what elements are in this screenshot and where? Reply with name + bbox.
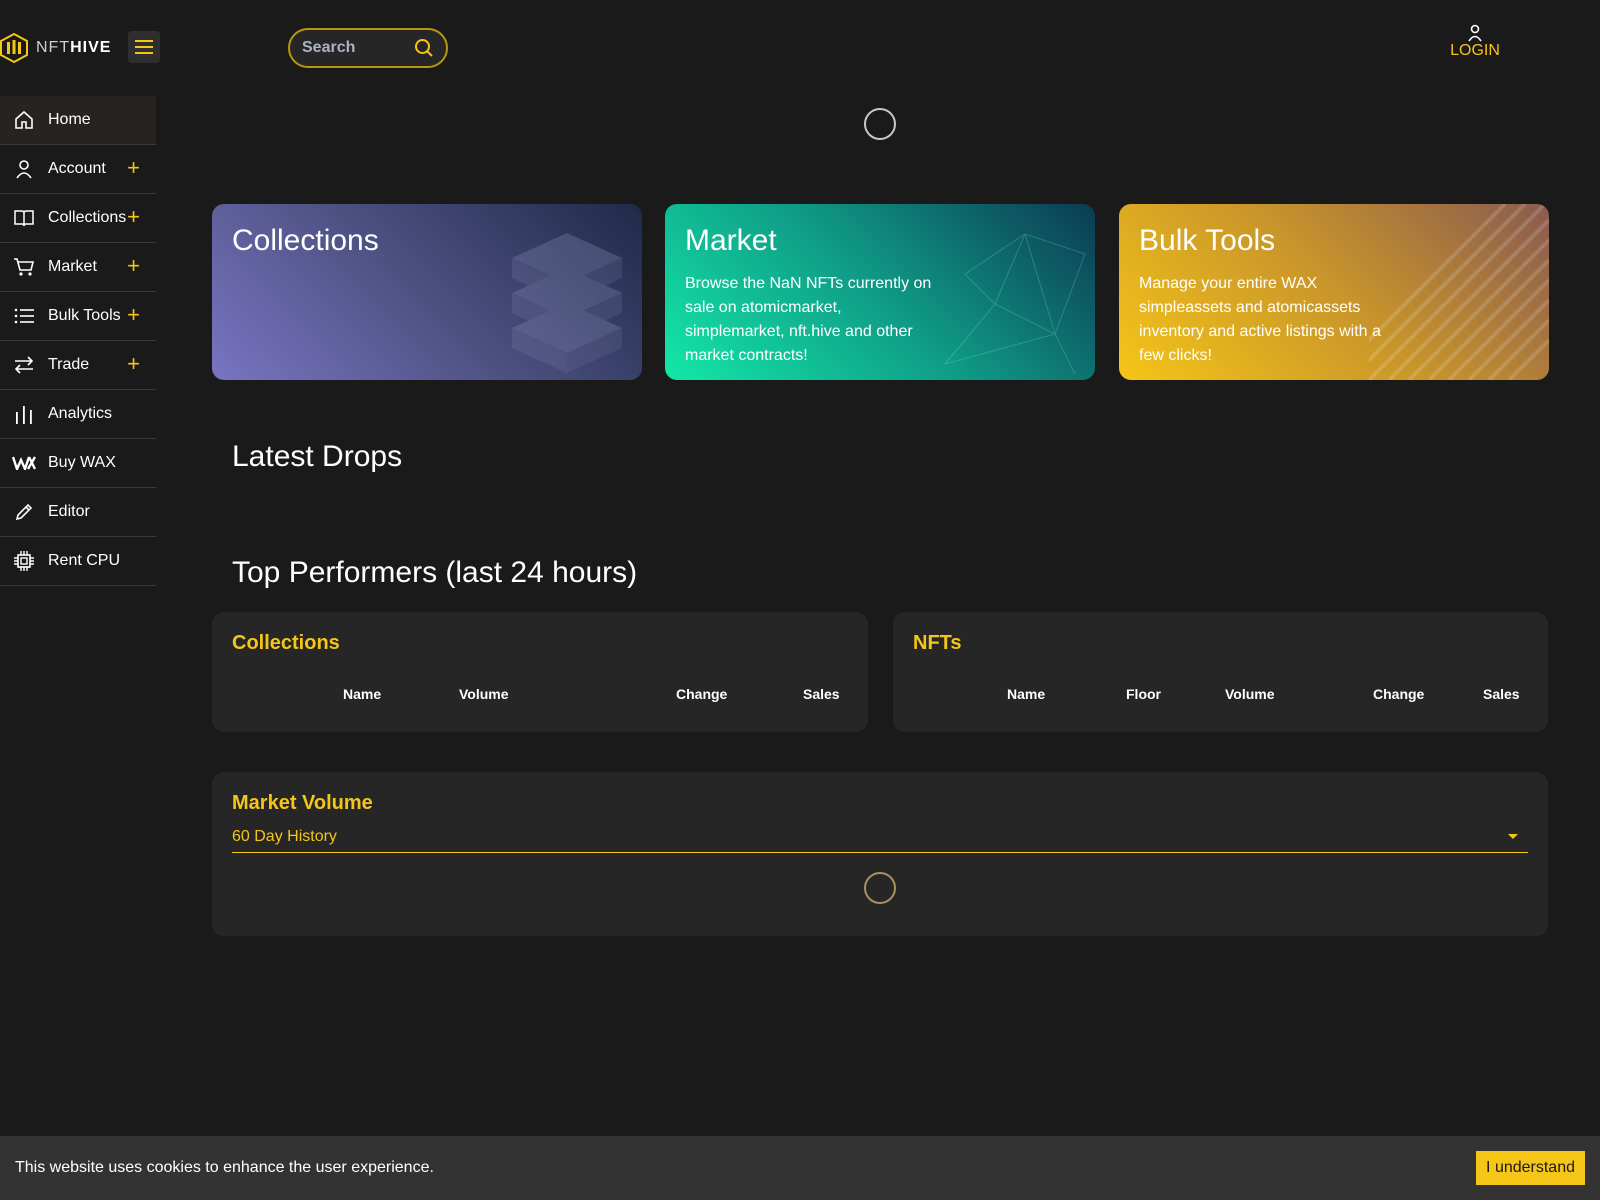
login-button[interactable]: LOGIN <box>1440 24 1510 60</box>
top-nfts-panel: NFTs Name Floor Volume Change Sales <box>893 612 1548 732</box>
cookie-message: This website uses cookies to enhance the… <box>15 1159 434 1176</box>
sidebar-item-collections[interactable]: Collections + <box>0 194 156 243</box>
history-range-select[interactable]: 60 Day History <box>232 828 1528 853</box>
column-header-volume[interactable]: Volume <box>1225 686 1275 702</box>
sidebar-item-label: Trade <box>48 356 90 373</box>
expand-plus-icon[interactable]: + <box>127 304 140 326</box>
top-performers-heading: Top Performers (last 24 hours) <box>232 556 638 589</box>
hive-logo-icon <box>0 33 28 63</box>
sidebar: Home Account + Collections + Market + Bu… <box>0 96 156 586</box>
search-bar[interactable] <box>288 28 448 68</box>
loading-spinner <box>864 872 896 904</box>
latest-drops-heading: Latest Drops <box>232 440 403 473</box>
column-header-change[interactable]: Change <box>1373 686 1424 702</box>
column-header-floor[interactable]: Floor <box>1126 686 1161 702</box>
menu-icon <box>135 40 153 54</box>
card-title: Collections <box>232 224 379 257</box>
expand-plus-icon[interactable]: + <box>127 353 140 375</box>
sidebar-item-analytics[interactable]: Analytics <box>0 390 156 439</box>
bar-chart-icon <box>12 402 36 426</box>
column-header-name[interactable]: Name <box>343 686 381 702</box>
sidebar-item-account[interactable]: Account + <box>0 145 156 194</box>
cookie-banner: This website uses cookies to enhance the… <box>0 1136 1600 1200</box>
sidebar-item-trade[interactable]: Trade + <box>0 341 156 390</box>
panel-title: Collections <box>232 632 340 654</box>
sidebar-item-bulk-tools[interactable]: Bulk Tools + <box>0 292 156 341</box>
sidebar-item-label: Analytics <box>48 405 113 422</box>
swap-icon <box>12 353 36 377</box>
login-label: LOGIN <box>1450 42 1500 59</box>
sidebar-item-editor[interactable]: Editor <box>0 488 156 537</box>
logo[interactable]: NFTHIVE <box>0 32 111 64</box>
selected-range: 60 Day History <box>232 828 337 845</box>
collections-card[interactable]: Collections <box>212 204 642 380</box>
user-icon <box>12 157 36 181</box>
card-description: Manage your entire WAX simpleassets and … <box>1139 275 1381 364</box>
list-icon <box>12 304 36 328</box>
cart-icon <box>12 255 36 279</box>
sidebar-item-label: Collections <box>48 209 127 226</box>
card-description: Browse the NaN NFTs currently on sale on… <box>685 275 932 364</box>
hamburger-menu-button[interactable] <box>128 31 160 63</box>
panel-title: NFTs <box>913 632 962 654</box>
sidebar-item-label: Buy WAX <box>48 454 116 471</box>
sidebar-item-rent-cpu[interactable]: Rent CPU <box>0 537 156 586</box>
sidebar-item-label: Home <box>48 111 91 128</box>
top-collections-panel: Collections Name Volume Change Sales <box>212 612 868 732</box>
loading-spinner <box>864 108 896 140</box>
dropdown-caret-icon <box>1508 834 1518 839</box>
card-title: Bulk Tools <box>1139 224 1276 257</box>
column-header-sales[interactable]: Sales <box>803 686 840 702</box>
expand-plus-icon[interactable]: + <box>127 206 140 228</box>
expand-plus-icon[interactable]: + <box>127 255 140 277</box>
book-icon <box>12 206 36 230</box>
sidebar-item-home[interactable]: Home <box>0 96 156 145</box>
sidebar-item-label: Market <box>48 258 97 275</box>
column-header-change[interactable]: Change <box>676 686 727 702</box>
accept-cookies-button[interactable]: I understand <box>1476 1151 1585 1185</box>
search-icon[interactable] <box>414 38 434 58</box>
search-input[interactable] <box>302 39 406 57</box>
bulk-tools-card[interactable]: Bulk Tools Manage your entire WAX simple… <box>1119 204 1549 380</box>
pencil-icon <box>12 500 36 524</box>
sidebar-item-label: Editor <box>48 503 90 520</box>
home-icon <box>12 108 36 132</box>
column-header-volume[interactable]: Volume <box>459 686 509 702</box>
sidebar-item-label: Bulk Tools <box>48 307 121 324</box>
card-title: Market <box>685 224 777 257</box>
panel-title: Market Volume <box>232 792 373 814</box>
market-card[interactable]: Market Browse the NaN NFTs currently on … <box>665 204 1095 380</box>
sidebar-item-label: Account <box>48 160 106 177</box>
wax-icon <box>12 451 36 475</box>
sidebar-item-market[interactable]: Market + <box>0 243 156 292</box>
expand-plus-icon[interactable]: + <box>127 157 140 179</box>
logo-text: NFTHIVE <box>36 39 112 56</box>
column-header-name[interactable]: Name <box>1007 686 1045 702</box>
sidebar-item-label: Rent CPU <box>48 552 121 569</box>
user-icon <box>1468 24 1482 42</box>
cpu-icon <box>12 549 36 573</box>
column-header-sales[interactable]: Sales <box>1483 686 1520 702</box>
market-volume-panel: Market Volume 60 Day History <box>212 772 1548 936</box>
sidebar-item-buy-wax[interactable]: Buy WAX <box>0 439 156 488</box>
